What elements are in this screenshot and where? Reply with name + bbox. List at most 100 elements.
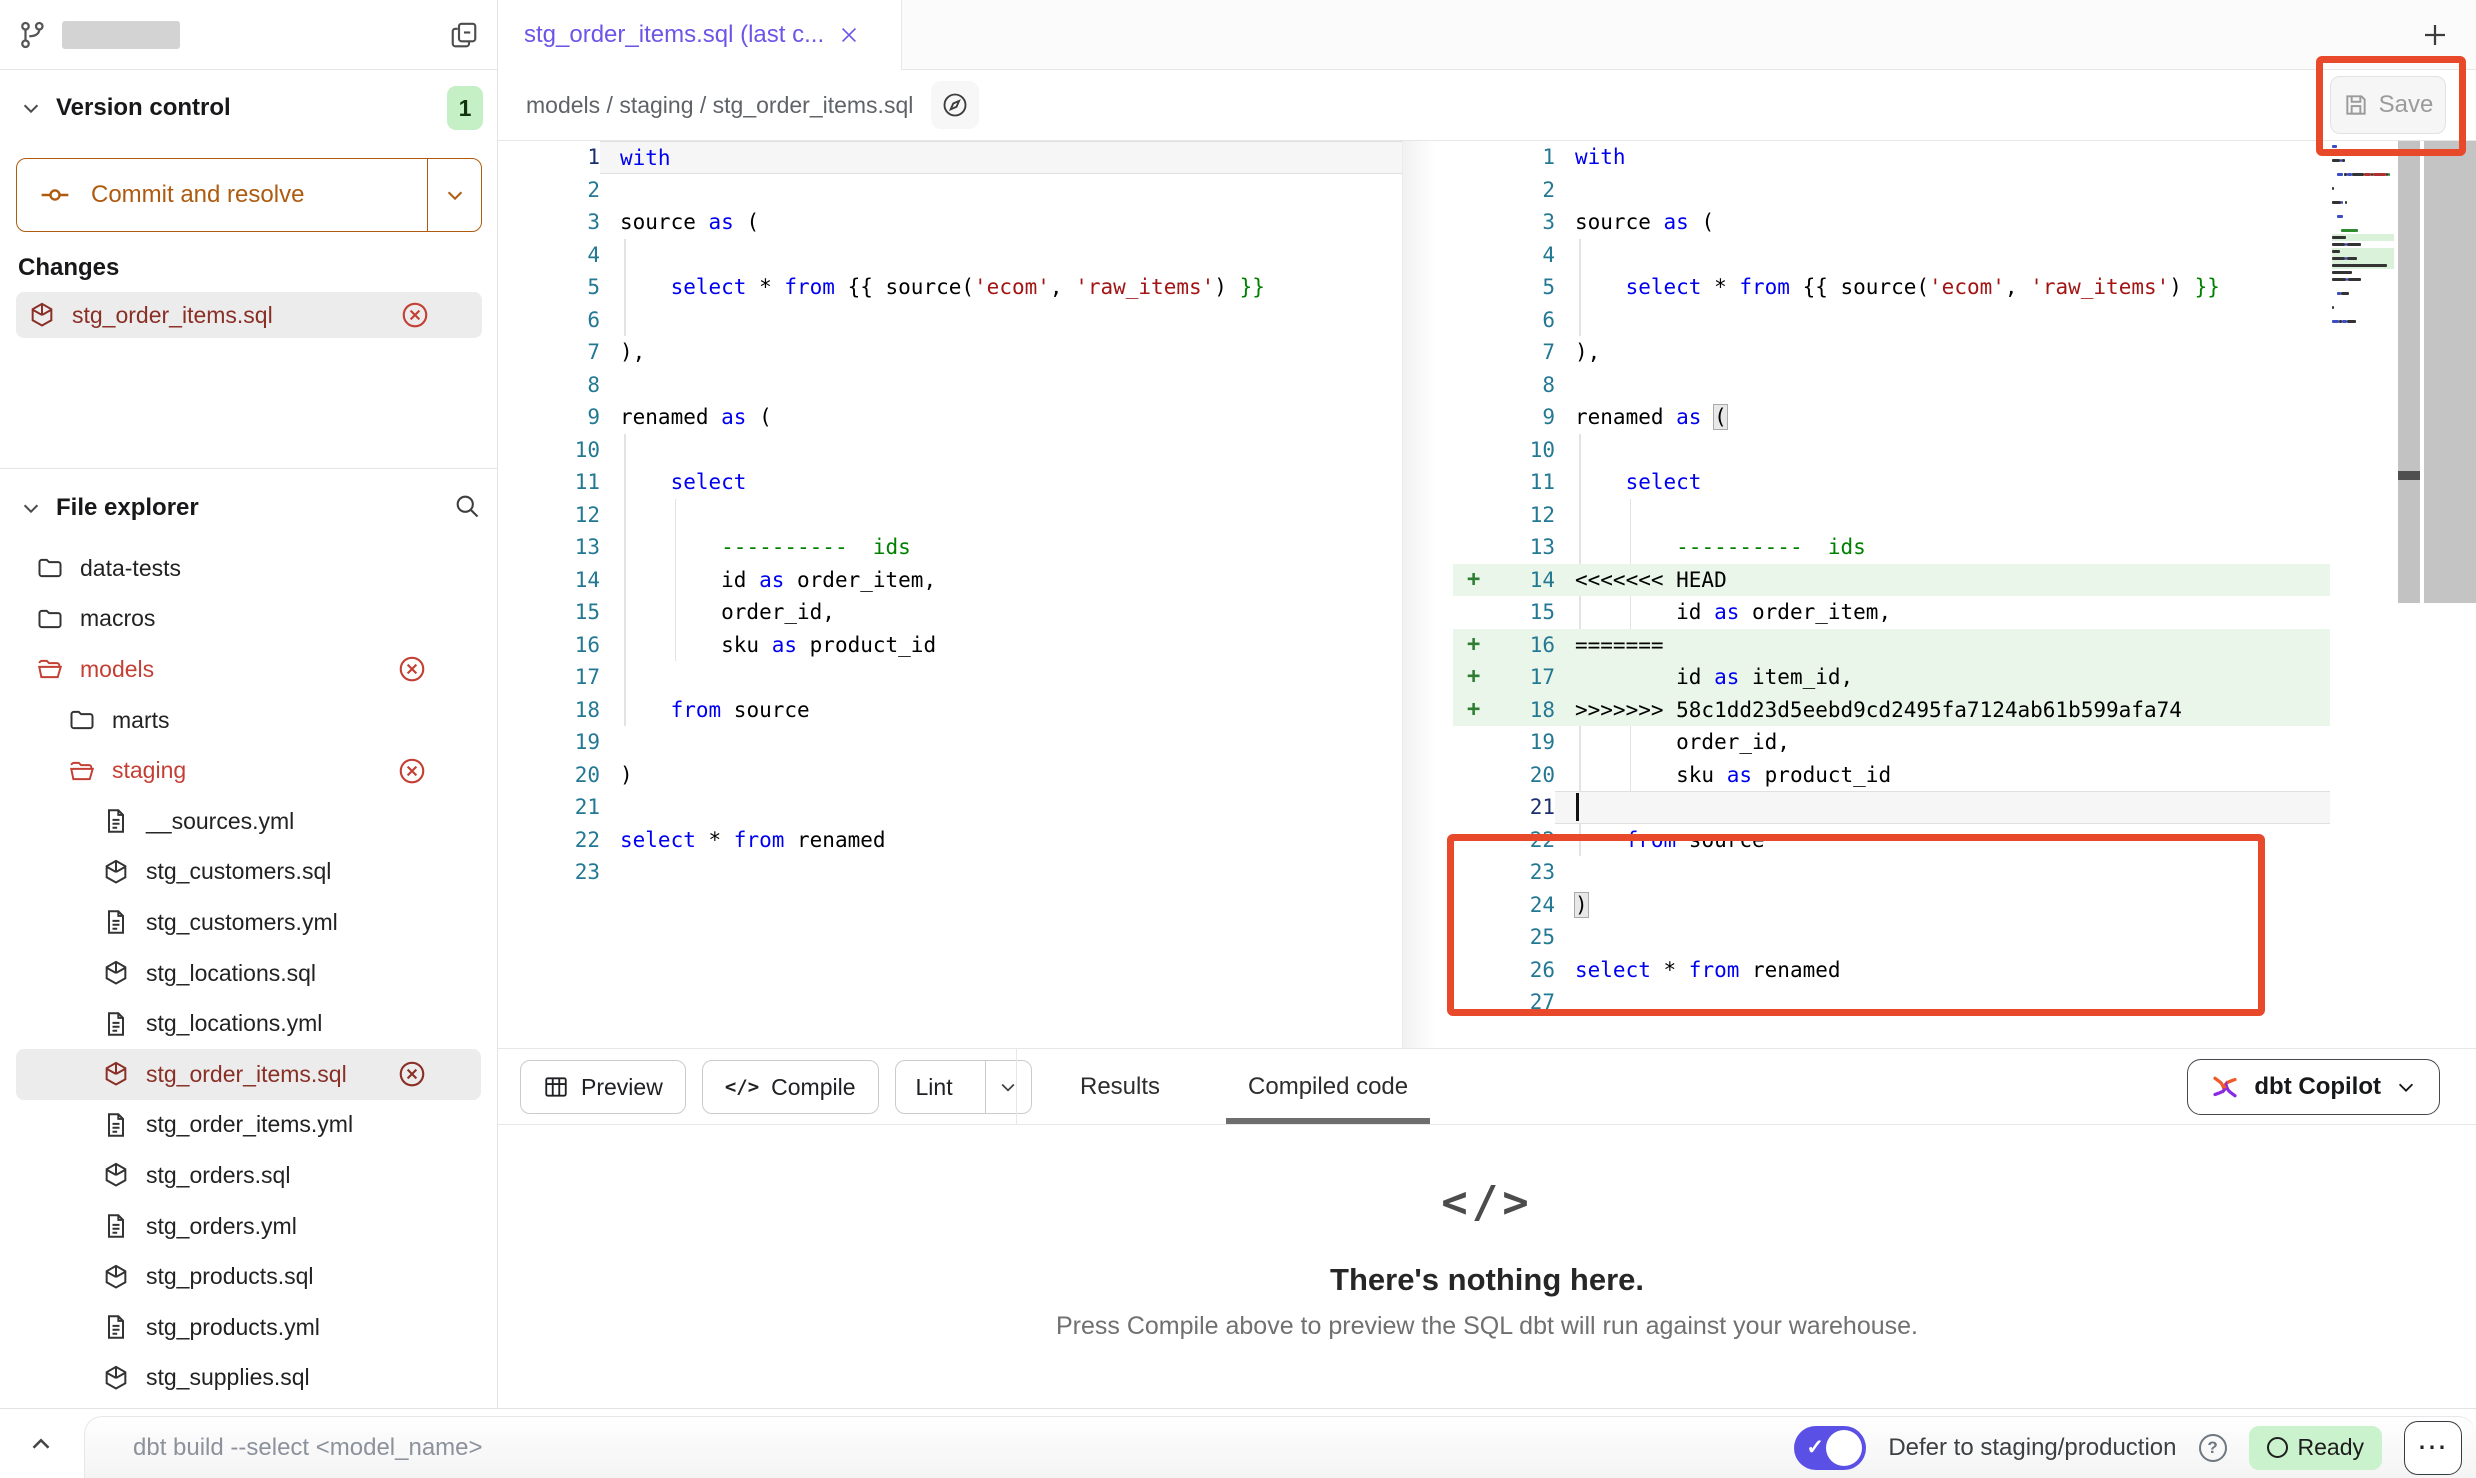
conflict-x-circle-icon[interactable]	[397, 1059, 427, 1089]
commit-and-resolve-button[interactable]: Commit and resolve	[16, 158, 482, 232]
tree-item-marts[interactable]: marts	[16, 695, 481, 746]
code-line[interactable]: 22 from source	[1453, 824, 2330, 857]
code-line[interactable]: 1with	[1453, 141, 2330, 174]
code-line[interactable]: 12	[1453, 499, 2330, 532]
save-button[interactable]: Save	[2330, 76, 2446, 134]
editor-pane-modified[interactable]: 1with23source as (45 select * from {{ so…	[1453, 141, 2330, 1048]
code-line[interactable]: 2	[498, 174, 1402, 207]
code-line[interactable]: 14 id as order_item,	[498, 564, 1402, 597]
code-line[interactable]: 20 sku as product_id	[1453, 759, 2330, 792]
tree-item-stg-supplies-sql[interactable]: stg_supplies.sql	[16, 1353, 481, 1404]
tab-close-icon[interactable]	[838, 24, 860, 46]
defer-toggle[interactable]: ✓	[1794, 1426, 1866, 1470]
code-line[interactable]: 4	[1453, 239, 2330, 272]
tree-item-staging[interactable]: staging	[16, 745, 481, 796]
tree-item-stg-order-items-sql[interactable]: stg_order_items.sql	[16, 1049, 481, 1100]
conflict-x-circle-icon[interactable]	[400, 300, 430, 330]
editor-scrollbar[interactable]	[2398, 141, 2420, 603]
code-line[interactable]: 22select * from renamed	[498, 824, 1402, 857]
code-line[interactable]: 7),	[1453, 336, 2330, 369]
code-line[interactable]: 21	[1453, 791, 2330, 824]
code-line[interactable]: +14<<<<<<< HEAD	[1453, 564, 2330, 597]
code-line[interactable]: 6	[1453, 304, 2330, 337]
code-line[interactable]: 7),	[498, 336, 1402, 369]
code-line[interactable]: 27	[1453, 986, 2330, 1019]
minimap[interactable]	[2332, 143, 2394, 343]
code-line[interactable]: 19	[498, 726, 1402, 759]
code-line[interactable]: 18 from source	[498, 694, 1402, 727]
code-line[interactable]: 24)	[1453, 889, 2330, 922]
tree-item-models[interactable]: models	[16, 644, 481, 695]
code-line[interactable]: 21	[498, 791, 1402, 824]
code-line[interactable]: 3source as (	[498, 206, 1402, 239]
tree-item--sources-yml[interactable]: __sources.yml	[16, 796, 481, 847]
version-control-section-header[interactable]: Version control 1	[0, 82, 497, 134]
code-line[interactable]: 6	[498, 304, 1402, 337]
code-line[interactable]: 23	[498, 856, 1402, 889]
code-line[interactable]: 26select * from renamed	[1453, 954, 2330, 987]
code-line[interactable]: 15 order_id,	[498, 596, 1402, 629]
tree-item-stg-locations-sql[interactable]: stg_locations.sql	[16, 948, 481, 999]
code-line[interactable]: 17	[498, 661, 1402, 694]
tree-item-macros[interactable]: macros	[16, 594, 481, 645]
pane-divider[interactable]	[1402, 141, 1453, 1048]
branch-name-redacted[interactable]	[62, 21, 180, 49]
tree-item-stg-order-items-yml[interactable]: stg_order_items.yml	[16, 1100, 481, 1151]
expand-command-panel-icon[interactable]	[26, 1429, 56, 1459]
tree-item-stg-customers-sql[interactable]: stg_customers.sql	[16, 847, 481, 898]
code-line[interactable]: +16=======	[1453, 629, 2330, 662]
window-scrollbar[interactable]	[2424, 141, 2476, 603]
code-line[interactable]: 12	[498, 499, 1402, 532]
code-line[interactable]: 9renamed as (	[1453, 401, 2330, 434]
code-line[interactable]: 11 select	[498, 466, 1402, 499]
commit-options-caret[interactable]	[427, 159, 481, 231]
copy-docs-icon[interactable]	[449, 20, 479, 50]
conflict-x-circle-icon[interactable]	[397, 756, 427, 786]
search-icon[interactable]	[453, 492, 481, 520]
lineage-icon[interactable]	[931, 81, 979, 129]
code-line[interactable]: 5 select * from {{ source('ecom', 'raw_i…	[1453, 271, 2330, 304]
code-line[interactable]: 1with	[498, 141, 1402, 174]
changed-file-row[interactable]: stg_order_items.sql	[16, 292, 482, 338]
code-line[interactable]: +18>>>>>>> 58c1dd23d5eebd9cd2495fa7124ab…	[1453, 694, 2330, 727]
conflict-x-circle-icon[interactable]	[397, 654, 427, 684]
code-line[interactable]: 13 ---------- ids	[1453, 531, 2330, 564]
code-line[interactable]: 23	[1453, 856, 2330, 889]
tab-stg-order-items[interactable]: stg_order_items.sql (last c...	[498, 0, 902, 70]
lint-options-caret[interactable]	[985, 1061, 1031, 1113]
code-line[interactable]: 10	[498, 434, 1402, 467]
code-line[interactable]: 16 sku as product_id	[498, 629, 1402, 662]
code-line[interactable]: 19 order_id,	[1453, 726, 2330, 759]
code-line[interactable]: 9renamed as (	[498, 401, 1402, 434]
editor-pane-original[interactable]: 1with23source as (45 select * from {{ so…	[498, 141, 1402, 1048]
new-tab-button[interactable]	[2416, 16, 2454, 54]
code-line[interactable]: 3source as (	[1453, 206, 2330, 239]
code-line[interactable]: 4	[498, 239, 1402, 272]
tree-item-stg-orders-yml[interactable]: stg_orders.yml	[16, 1201, 481, 1252]
code-line[interactable]: 8	[1453, 369, 2330, 402]
preview-button[interactable]: Preview	[520, 1060, 686, 1114]
code-line[interactable]: 8	[498, 369, 1402, 402]
tree-item-data-tests[interactable]: data-tests	[16, 543, 481, 594]
file-explorer-section-header[interactable]: File explorer	[0, 482, 497, 534]
compile-button[interactable]: </> Compile	[702, 1060, 879, 1114]
tree-item-stg-products-yml[interactable]: stg_products.yml	[16, 1302, 481, 1353]
tab-compiled-code[interactable]: Compiled code	[1226, 1049, 1430, 1124]
command-input[interactable]: dbt build --select <model_name> ✓ Defer …	[84, 1416, 2476, 1478]
code-line[interactable]: 20)	[498, 759, 1402, 792]
help-icon[interactable]: ?	[2199, 1434, 2227, 1462]
tab-results[interactable]: Results	[1058, 1049, 1182, 1124]
status-badge-ready[interactable]: Ready	[2249, 1426, 2382, 1470]
code-line[interactable]: 25	[1453, 921, 2330, 954]
overflow-menu-button[interactable]: ⋯	[2404, 1421, 2462, 1475]
tree-item-stg-orders-sql[interactable]: stg_orders.sql	[16, 1150, 481, 1201]
code-line[interactable]: +17 id as item_id,	[1453, 661, 2330, 694]
code-line[interactable]: 11 select	[1453, 466, 2330, 499]
code-line[interactable]: 15 id as order_item,	[1453, 596, 2330, 629]
tree-item-stg-locations-yml[interactable]: stg_locations.yml	[16, 998, 481, 1049]
commit-and-resolve-main[interactable]: Commit and resolve	[17, 159, 427, 231]
tree-item-stg-customers-yml[interactable]: stg_customers.yml	[16, 897, 481, 948]
code-line[interactable]: 13 ---------- ids	[498, 531, 1402, 564]
tree-item-stg-products-sql[interactable]: stg_products.sql	[16, 1251, 481, 1302]
code-line[interactable]: 10	[1453, 434, 2330, 467]
